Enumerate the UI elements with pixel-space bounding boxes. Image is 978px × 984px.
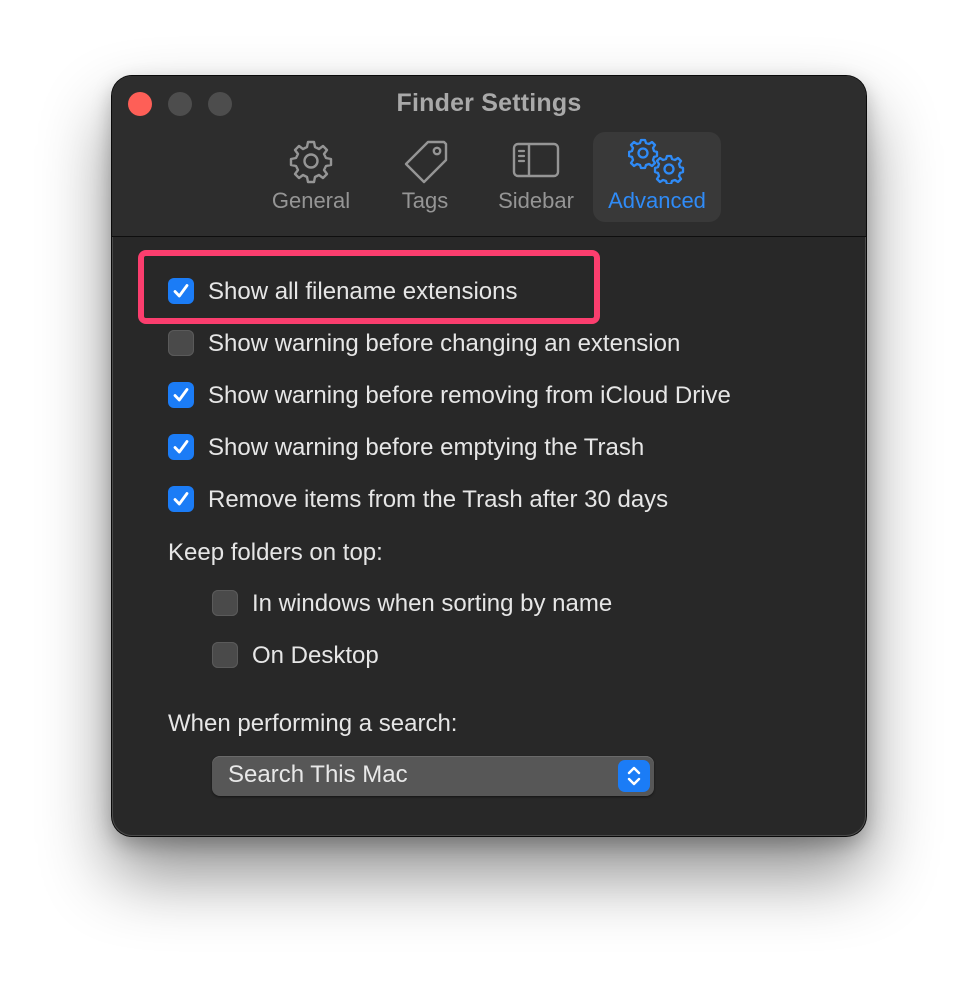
option-label: Show warning before removing from iCloud…: [208, 382, 731, 409]
option-label: Remove items from the Trash after 30 day…: [208, 486, 669, 513]
window-title: Finder Settings: [396, 89, 582, 117]
chevron-updown-icon[interactable]: [618, 760, 650, 792]
finder-settings-window: Finder Settings General Tags Sidebar Adv…: [112, 76, 866, 836]
tab-sidebar-label: Sidebar: [498, 188, 574, 213]
keep-folders-heading: Keep folders on top:: [168, 539, 383, 566]
checkbox-checked[interactable]: [168, 434, 194, 460]
search-heading: When performing a search:: [168, 710, 458, 737]
gears-icon: [627, 138, 686, 190]
option-label: In windows when sorting by name: [252, 590, 613, 617]
checkbox-unchecked[interactable]: [168, 330, 194, 356]
checkbox-checked[interactable]: [168, 486, 194, 512]
tab-sidebar[interactable]: Sidebar: [482, 132, 590, 222]
option-label: Show warning before changing an extensio…: [208, 330, 681, 357]
search-scope-select[interactable]: Search This Mac: [212, 756, 654, 796]
tab-advanced-label: Advanced: [608, 188, 706, 213]
tab-advanced[interactable]: Advanced: [593, 132, 721, 222]
toolbar: Finder Settings General Tags Sidebar Adv…: [112, 76, 866, 237]
tab-tags-label: Tags: [401, 188, 449, 213]
tab-tags[interactable]: Tags: [380, 132, 470, 222]
tab-general[interactable]: General: [256, 132, 366, 222]
option-label: On Desktop: [252, 642, 379, 669]
tab-general-label: General: [271, 188, 351, 213]
sidebar-icon: [511, 138, 561, 188]
checkbox-unchecked[interactable]: [212, 642, 238, 668]
checkbox-checked[interactable]: [168, 382, 194, 408]
checkbox-unchecked[interactable]: [212, 590, 238, 616]
highlight-annotation: [138, 250, 600, 324]
search-scope-value: Search This Mac: [228, 761, 408, 788]
gear-icon: [288, 138, 334, 190]
tag-icon: [400, 138, 450, 190]
option-label: Show warning before emptying the Trash: [208, 434, 645, 461]
